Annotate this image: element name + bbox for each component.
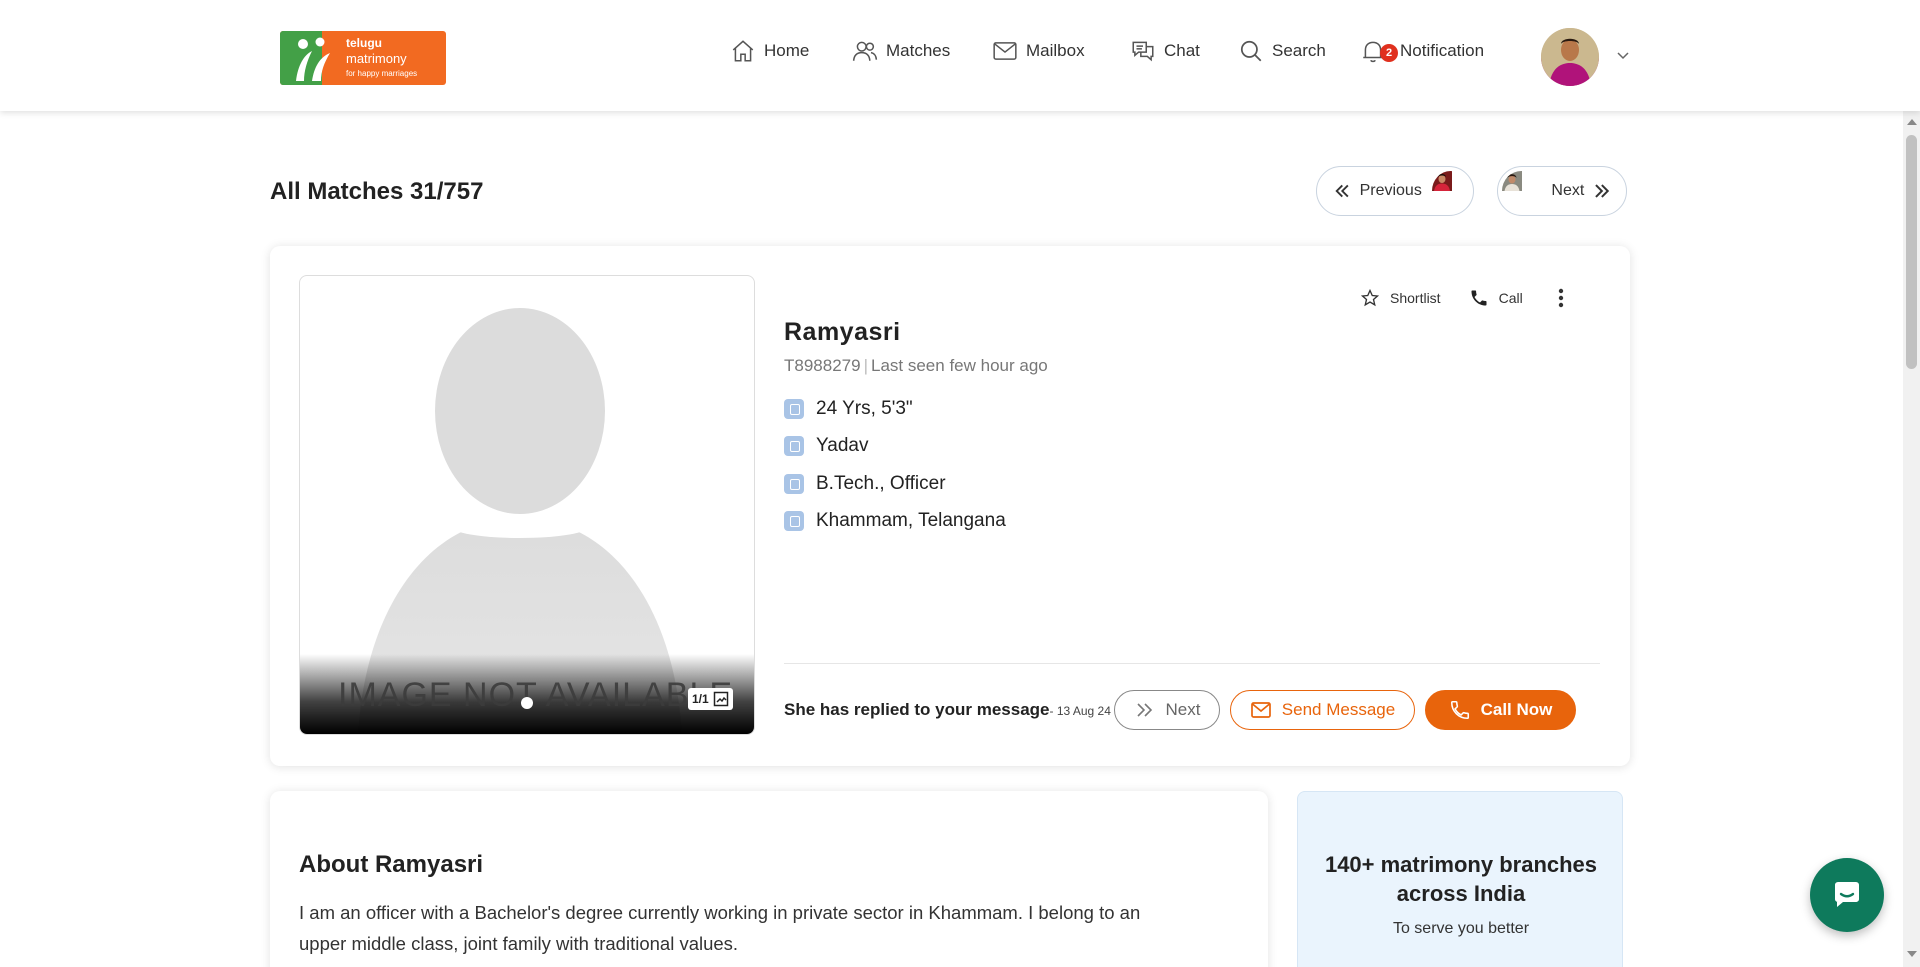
- profile-photo[interactable]: IMAGE NOT AVAILABLE 1/1: [299, 275, 755, 735]
- photo-count-badge[interactable]: 1/1: [688, 688, 733, 710]
- avatar-portrait-icon: [1541, 28, 1599, 86]
- nav-search-label: Search: [1272, 41, 1326, 60]
- double-chevron-right-icon: [1136, 703, 1152, 717]
- nav-matches[interactable]: Matches: [852, 35, 950, 67]
- logo-mark-icon: [296, 37, 330, 81]
- action-divider: [784, 663, 1600, 664]
- phone-icon: [1450, 700, 1469, 720]
- send-message-label: Send Message: [1281, 700, 1396, 719]
- chat-support-button[interactable]: [1810, 858, 1884, 932]
- fact-education: B.Tech., Officer: [784, 465, 1006, 503]
- nav-chat-label: Chat: [1164, 41, 1200, 60]
- next-button-label: Next: [1165, 700, 1201, 719]
- mail-icon: [1250, 702, 1271, 718]
- nav-notification[interactable]: 2 Notification: [1360, 35, 1484, 67]
- last-seen: Last seen few hour ago: [871, 356, 1048, 375]
- about-title: About Ramyasri: [299, 851, 484, 878]
- nav-mailbox-label: Mailbox: [1026, 41, 1085, 60]
- shortlist-button[interactable]: Shortlist: [1360, 288, 1441, 308]
- call-now-button[interactable]: Call Now: [1425, 690, 1576, 730]
- call-now-label: Call Now: [1480, 700, 1553, 719]
- nav-chat[interactable]: Chat: [1130, 35, 1200, 67]
- profile-facts: 24 Yrs, 5'3" Yadav B.Tech., Officer Kham…: [784, 390, 1006, 540]
- fact-location-text: Khammam, Telangana: [816, 510, 1006, 532]
- about-text: I am an officer with a Bachelor's degree…: [299, 902, 1141, 954]
- mail-icon: [993, 42, 1017, 60]
- call-label: Call: [1498, 290, 1523, 306]
- next-profile-button[interactable]: Next: [1497, 166, 1627, 216]
- fact-location: Khammam, Telangana: [784, 503, 1006, 541]
- fact-age-height: 24 Yrs, 5'3": [784, 390, 1006, 428]
- double-chevron-right-icon: [1595, 184, 1610, 198]
- profile-id: T8988279: [784, 356, 861, 375]
- notification-icon-wrap: 2: [1360, 35, 1398, 67]
- chat-bubble-icon: [1835, 882, 1859, 907]
- double-chevron-left-icon: [1335, 184, 1349, 198]
- user-avatar[interactable]: [1541, 28, 1599, 86]
- search-icon: [1240, 40, 1262, 62]
- page-scrollbar[interactable]: [1903, 111, 1920, 967]
- age-icon: [784, 398, 804, 419]
- reply-date: - 13 Aug 24: [1049, 704, 1111, 718]
- top-navbar: telugu matrimony for happy marriages Hom…: [0, 0, 1920, 111]
- nav-matches-label: Matches: [886, 41, 951, 60]
- carousel-dot[interactable]: [521, 697, 533, 709]
- phone-icon: [1471, 290, 1487, 306]
- logo-tagline: for happy marriages: [346, 69, 418, 78]
- chat-icon: [1132, 41, 1154, 62]
- gallery-icon: [713, 691, 728, 707]
- next-profile-thumbnail: [1502, 171, 1541, 211]
- telugu-matrimony-logo[interactable]: telugu matrimony for happy marriages: [280, 31, 446, 85]
- shortlist-label: Shortlist: [1390, 290, 1441, 306]
- next-label: Next: [1551, 182, 1585, 199]
- branches-promo-card[interactable]: 140+ matrimony branches across India To …: [1297, 791, 1623, 967]
- call-button[interactable]: Call: [1469, 288, 1523, 308]
- reply-status-text: She has replied to your message: [784, 700, 1050, 719]
- page-title: All Matches 31/757: [270, 178, 484, 205]
- logo-line-2: matrimony: [346, 51, 407, 66]
- image-not-available-text: IMAGE NOT AVAILABLE: [338, 676, 734, 714]
- nav-home[interactable]: Home: [730, 35, 809, 67]
- previous-profile-thumbnail: [1431, 171, 1469, 211]
- profile-name: Ramyasri: [784, 318, 901, 346]
- caste-icon: [784, 436, 804, 457]
- next-button[interactable]: Next: [1114, 690, 1220, 730]
- scroll-up-arrow-icon[interactable]: [1907, 119, 1917, 125]
- about-section: About Ramyasri I am an officer with a Ba…: [270, 791, 1268, 967]
- notification-count-badge: 2: [1380, 44, 1398, 62]
- reply-status: She has replied to your message- 13 Aug …: [784, 690, 1111, 731]
- previous-profile-button[interactable]: Previous: [1316, 166, 1474, 216]
- star-icon: [1360, 288, 1380, 307]
- branches-title: 140+ matrimony branches across India: [1324, 852, 1598, 906]
- nav-home-label: Home: [764, 41, 810, 60]
- users-icon: [852, 41, 878, 61]
- fact-education-text: B.Tech., Officer: [816, 472, 946, 494]
- scroll-down-arrow-icon[interactable]: [1907, 951, 1917, 957]
- location-pin-icon: [784, 511, 804, 532]
- meta-separator: |: [863, 356, 868, 375]
- logo-line-1: telugu: [346, 36, 382, 50]
- photo-count-text: 1/1: [692, 692, 709, 706]
- education-icon: [784, 473, 804, 494]
- profile-card: IMAGE NOT AVAILABLE 1/1 Shortlist Call R…: [270, 246, 1630, 766]
- fact-age-height-text: 24 Yrs, 5'3": [816, 397, 913, 419]
- nav-notification-label: Notification: [1400, 41, 1485, 60]
- nav-mailbox[interactable]: Mailbox: [992, 35, 1085, 67]
- scrollbar-thumb[interactable]: [1906, 135, 1917, 369]
- nav-search[interactable]: Search: [1238, 35, 1326, 67]
- chevron-down-icon[interactable]: [1615, 47, 1631, 63]
- profile-top-actions: Shortlist Call: [1360, 286, 1571, 310]
- fact-caste-text: Yadav: [816, 435, 869, 457]
- branches-subtitle: To serve you better: [1392, 920, 1530, 937]
- send-message-button[interactable]: Send Message: [1230, 690, 1415, 730]
- more-options-icon[interactable]: [1551, 286, 1571, 310]
- fact-caste: Yadav: [784, 428, 1006, 466]
- previous-label: Previous: [1359, 182, 1422, 199]
- profile-meta: T8988279 | Last seen few hour ago: [784, 356, 1048, 376]
- home-icon: [732, 40, 754, 62]
